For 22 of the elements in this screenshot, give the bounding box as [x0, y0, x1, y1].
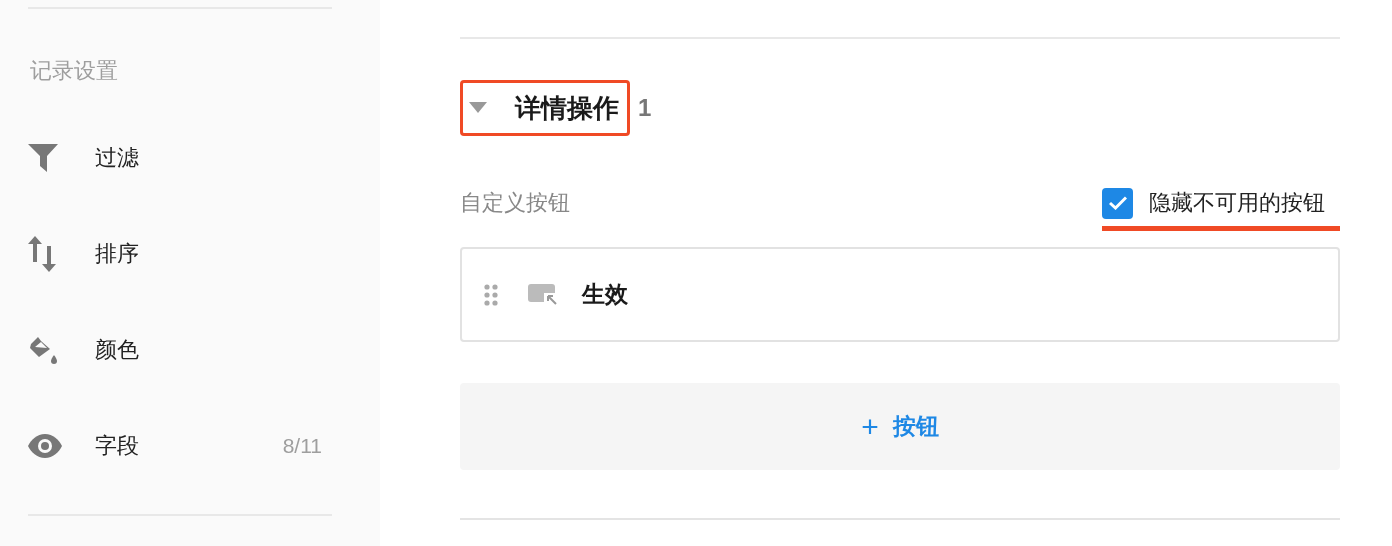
highlight-frame[interactable]: 详情操作	[460, 80, 630, 136]
field-count: 8/11	[282, 434, 322, 458]
sort-icon	[28, 236, 56, 272]
sidebar-item[interactable]: 颜色	[28, 302, 332, 398]
button-item[interactable]: 生效	[460, 247, 1340, 342]
custom-buttons-label: 自定义按钮	[460, 189, 570, 217]
button-cursor-icon	[528, 283, 558, 306]
eye-icon	[28, 434, 62, 458]
paint-bucket-icon	[28, 335, 58, 365]
caret-icon	[469, 102, 487, 114]
section-title: 记录设置	[30, 57, 119, 85]
checkbox[interactable]	[1102, 187, 1133, 219]
section-count: 1	[638, 94, 652, 122]
checkbox-label: 隐藏不可用的按钮	[1149, 189, 1325, 217]
section-title: 详情操作	[515, 91, 619, 125]
sidebar-item[interactable]: 字段 8/11	[28, 398, 332, 494]
checkmark-icon	[1108, 196, 1127, 210]
button-name: 生效	[582, 280, 628, 309]
sidebar-item[interactable]: 过滤	[28, 110, 332, 206]
filter-icon	[28, 144, 58, 172]
drag-handle-icon	[484, 283, 498, 306]
sidebar-item[interactable]: 排序	[28, 206, 332, 302]
